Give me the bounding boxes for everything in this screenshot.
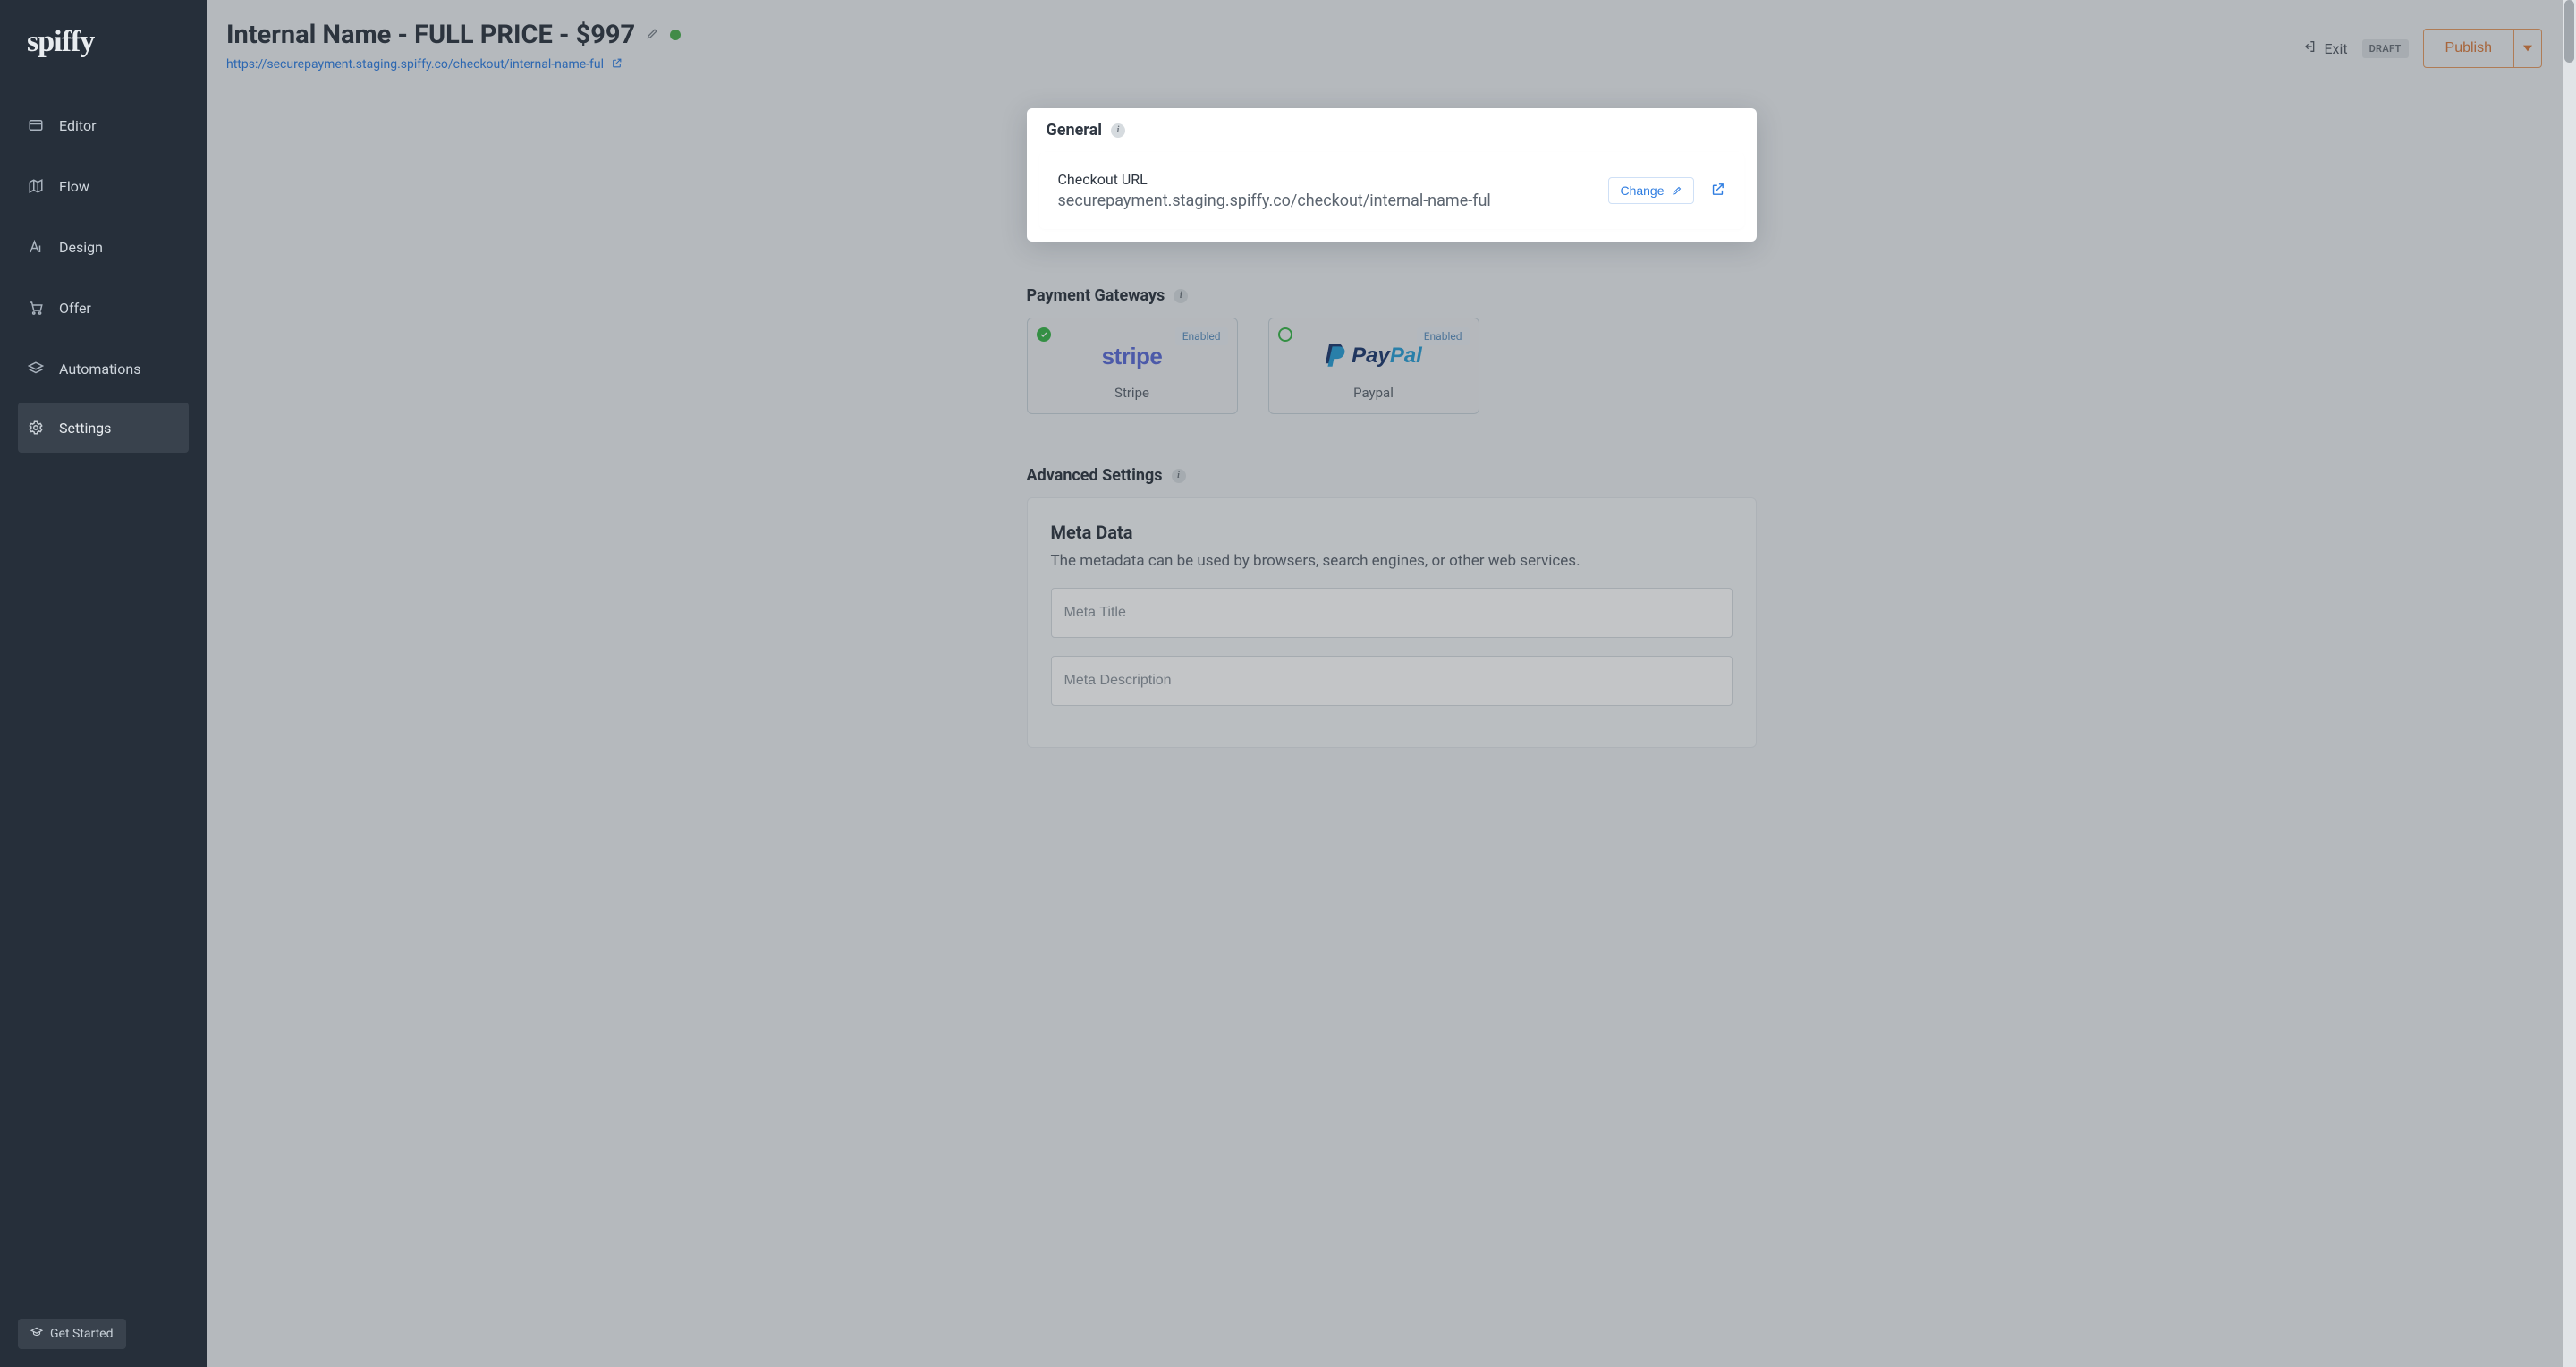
main: Internal Name - FULL PRICE - $997 https:… xyxy=(207,0,2576,1367)
gateway-card-stripe[interactable]: Enabled stripe Stripe xyxy=(1027,318,1238,414)
layers-icon xyxy=(27,360,45,378)
change-label: Change xyxy=(1620,183,1664,198)
change-url-button[interactable]: Change xyxy=(1608,177,1693,204)
publish-group: Publish xyxy=(2423,29,2542,68)
sidebar-item-design[interactable]: Design xyxy=(0,220,207,274)
sidebar-item-automations[interactable]: Automations xyxy=(0,342,207,395)
sidebar-item-label: Flow xyxy=(59,178,89,195)
sidebar-item-flow[interactable]: Flow xyxy=(0,159,207,213)
meta-title-input[interactable] xyxy=(1051,588,1733,638)
sidebar-item-editor[interactable]: Editor xyxy=(0,98,207,152)
typography-icon xyxy=(27,238,45,256)
gear-icon xyxy=(27,419,45,437)
scrollbar-thumb[interactable] xyxy=(2564,0,2574,63)
sidebar-item-label: Settings xyxy=(59,420,111,437)
content: General i Checkout URL securepayment.sta… xyxy=(207,81,2576,1367)
publish-dropdown[interactable] xyxy=(2514,29,2542,68)
draft-badge: DRAFT xyxy=(2362,39,2409,58)
brand-logo-text: spiffy xyxy=(27,25,180,59)
get-started-label: Get Started xyxy=(50,1327,114,1341)
external-link-icon[interactable] xyxy=(611,55,623,72)
sidebar: spiffy Editor Flow Design Offer xyxy=(0,0,207,1367)
general-card: General i Checkout URL securepayment.sta… xyxy=(1027,108,1757,242)
title-block: Internal Name - FULL PRICE - $997 https:… xyxy=(226,20,681,72)
meta-data-description: The metadata can be used by browsers, se… xyxy=(1051,552,1733,570)
edit-title-icon[interactable] xyxy=(646,27,659,44)
info-icon[interactable]: i xyxy=(1172,469,1186,483)
checkout-url-row: Checkout URL securepayment.staging.spiff… xyxy=(1039,152,1744,229)
open-url-icon[interactable] xyxy=(1710,182,1725,200)
exit-button[interactable]: Exit xyxy=(2302,39,2347,57)
gateway-status-badge: Enabled xyxy=(1175,327,1228,345)
publish-button[interactable]: Publish xyxy=(2423,29,2514,68)
info-icon[interactable]: i xyxy=(1174,289,1188,303)
meta-data-heading: Meta Data xyxy=(1051,522,1733,543)
gateway-status-badge: Enabled xyxy=(1417,327,1470,345)
gateway-row: Enabled stripe Stripe Enabled xyxy=(1027,318,1757,414)
scrollbar-track[interactable] xyxy=(2563,0,2576,1367)
top-actions: Exit DRAFT Publish xyxy=(2302,20,2542,68)
checkout-url-link[interactable]: https://securepayment.staging.spiffy.co/… xyxy=(226,57,604,72)
gateway-name: Paypal xyxy=(1353,385,1394,401)
checkout-url-label: Checkout URL xyxy=(1058,171,1491,188)
gateway-name: Stripe xyxy=(1114,385,1149,401)
stripe-logo: stripe xyxy=(1102,340,1163,372)
meta-description-input[interactable] xyxy=(1051,656,1733,706)
get-started-button[interactable]: Get Started xyxy=(18,1319,126,1349)
status-dot xyxy=(670,30,681,40)
info-icon[interactable]: i xyxy=(1111,123,1125,138)
circle-icon xyxy=(1278,327,1292,342)
map-icon xyxy=(27,177,45,195)
topbar: Internal Name - FULL PRICE - $997 https:… xyxy=(207,0,2576,81)
page-title: Internal Name - FULL PRICE - $997 xyxy=(226,20,635,50)
brand-logo: spiffy xyxy=(0,0,207,95)
section-title-gateways: Payment Gateways xyxy=(1027,286,1165,305)
sidebar-item-offer[interactable]: Offer xyxy=(0,281,207,335)
checkout-url-value: securepayment.staging.spiffy.co/checkout… xyxy=(1058,191,1491,210)
section-title-advanced: Advanced Settings xyxy=(1027,466,1163,485)
gateway-card-paypal[interactable]: Enabled PayPal Paypal xyxy=(1268,318,1479,414)
card-icon xyxy=(27,116,45,134)
sidebar-item-label: Automations xyxy=(59,361,140,378)
exit-icon xyxy=(2302,39,2317,57)
graduation-icon xyxy=(30,1326,43,1342)
exit-label: Exit xyxy=(2324,40,2347,57)
sidebar-nav: Editor Flow Design Offer Automations xyxy=(0,95,207,456)
sidebar-item-label: Design xyxy=(59,239,103,256)
paypal-logo: PayPal xyxy=(1325,340,1422,372)
cart-icon xyxy=(27,299,45,317)
advanced-card: Meta Data The metadata can be used by br… xyxy=(1027,497,1757,748)
sidebar-item-label: Editor xyxy=(59,117,96,134)
sidebar-item-label: Offer xyxy=(59,300,91,317)
sidebar-item-settings[interactable]: Settings xyxy=(18,403,189,453)
section-title-general: General xyxy=(1046,121,1103,140)
check-icon xyxy=(1037,327,1051,342)
